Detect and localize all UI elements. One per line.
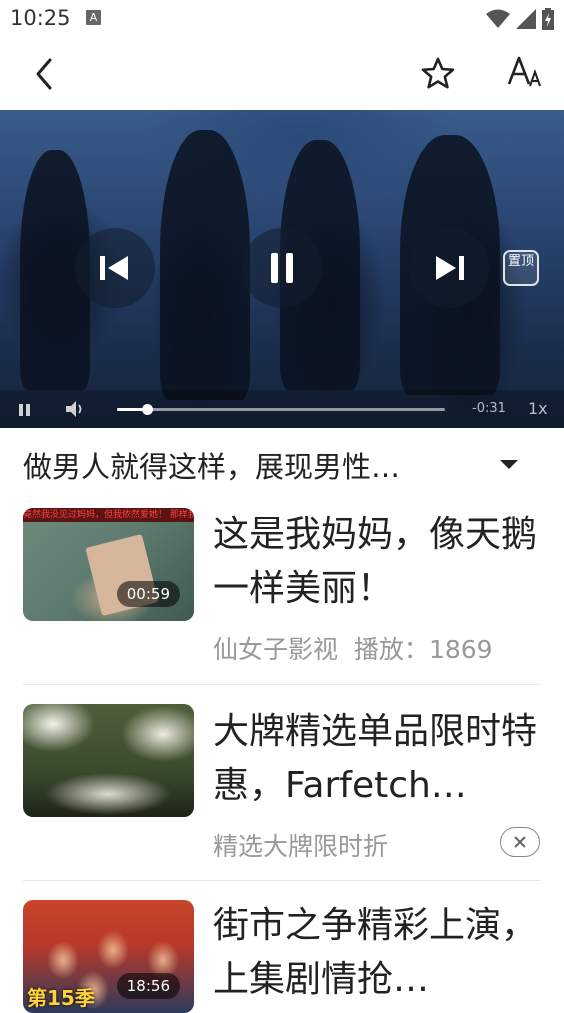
status-icons: [486, 8, 554, 30]
ad-text: 精选大牌限时折: [213, 832, 389, 861]
status-time: 10:25: [10, 6, 71, 30]
video-thumbnail[interactable]: 竟然我没见过妈妈，但我依然爱她！ 那样我演出了！ 00:59: [23, 508, 194, 621]
previous-button[interactable]: [75, 228, 155, 308]
list-item[interactable]: 竟然我没见过妈妈，但我依然爱她！ 那样我演出了！ 00:59 这是我妈妈，像天鹅…: [0, 506, 564, 686]
video-title-row: 做男人就得这样，展现男性…: [0, 428, 564, 498]
item-title[interactable]: 街市之争精彩上演，上集剧情抢…: [213, 899, 543, 1007]
divider: [23, 684, 541, 685]
item-source: 仙女子影视: [213, 635, 339, 664]
status-bar: 10:25 A: [0, 0, 564, 38]
skip-previous-icon: [100, 256, 128, 280]
signal-icon: [516, 9, 536, 29]
play-count: 1869: [428, 635, 493, 664]
wifi-icon: [486, 9, 510, 28]
thumbnail-banner: 竟然我没见过妈妈，但我依然爱她！ 那样我演出了！: [23, 508, 194, 522]
plays-label: 播放：: [353, 635, 429, 664]
star-icon: [421, 57, 455, 89]
list-item[interactable]: 第15季 18:56 街市之争精彩上演，上集剧情抢…: [0, 899, 564, 1013]
speed-button[interactable]: 1x: [528, 399, 548, 418]
top-bar: [0, 38, 564, 110]
video-title: 做男人就得这样，展现男性…: [23, 450, 401, 484]
pin-to-top-button[interactable]: 置顶: [503, 250, 539, 286]
notification-icon: A: [86, 10, 101, 25]
next-button[interactable]: [409, 228, 489, 308]
close-ad-button[interactable]: [500, 827, 540, 857]
video-thumbnail[interactable]: 第15季 18:56: [23, 900, 194, 1013]
expand-button[interactable]: [496, 456, 522, 472]
ad-thumbnail[interactable]: [23, 704, 194, 817]
ad-item[interactable]: 大牌精选单品限时特惠，Farfetch… 精选大牌限时折: [0, 703, 564, 883]
item-meta: 仙女子影视 播放：1869: [213, 630, 493, 666]
battery-icon: [542, 8, 554, 30]
favorite-button[interactable]: [418, 54, 458, 94]
season-label: 第15季: [27, 986, 95, 1010]
remaining-time: -0:31: [472, 401, 506, 416]
close-icon: [514, 836, 526, 848]
ad-title[interactable]: 大牌精选单品限时特惠，Farfetch…: [213, 705, 543, 813]
small-pause-button[interactable]: [18, 402, 32, 421]
divider: [23, 880, 541, 881]
pause-icon: [19, 404, 30, 416]
triangle-down-icon: [500, 460, 518, 469]
progress-track[interactable]: [117, 404, 445, 415]
duration-badge: 00:59: [116, 581, 180, 607]
back-button[interactable]: [26, 54, 62, 94]
pause-icon: [271, 253, 293, 283]
progress-knob[interactable]: [141, 404, 153, 415]
video-player[interactable]: 置顶 -0:31 1x: [0, 110, 564, 428]
item-title[interactable]: 这是我妈妈，像天鹅一样美丽！: [213, 508, 543, 616]
font-size-icon: [507, 56, 541, 87]
font-size-button[interactable]: [505, 52, 549, 92]
pause-button[interactable]: [242, 228, 322, 308]
chevron-left-icon: [36, 58, 52, 90]
skip-next-icon: [436, 256, 464, 280]
volume-icon: [66, 401, 82, 417]
video-control-bar: -0:31 1x: [0, 390, 564, 428]
duration-badge: 18:56: [116, 973, 180, 999]
volume-button[interactable]: [65, 400, 87, 422]
